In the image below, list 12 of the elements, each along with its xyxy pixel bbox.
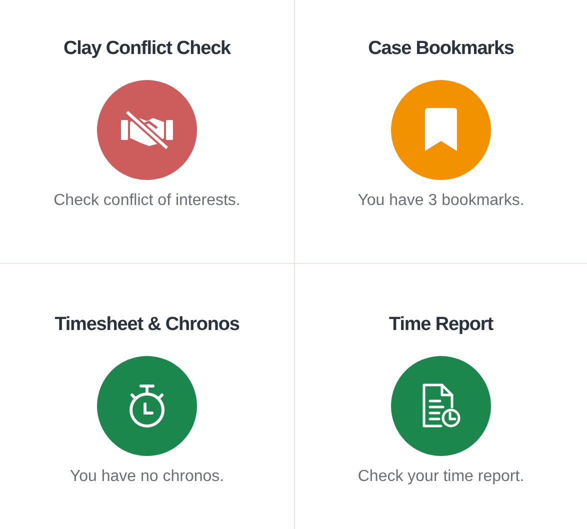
card-title: Time Report [389,314,493,337]
stopwatch-icon [127,384,167,428]
card-title: Clay Conflict Check [63,38,231,61]
crossed-handshake-icon [119,108,175,152]
document-clock-icon [421,383,461,429]
card-description: Check your time report. [358,468,524,486]
card-description: You have 3 bookmarks. [358,192,524,210]
card-description: Check conflict of interests. [54,192,240,210]
card-title: Case Bookmarks [368,38,514,61]
card-description: You have no chronos. [70,468,224,486]
card-title: Timesheet & Chronos [54,314,240,337]
bookmark-icon [425,108,457,152]
